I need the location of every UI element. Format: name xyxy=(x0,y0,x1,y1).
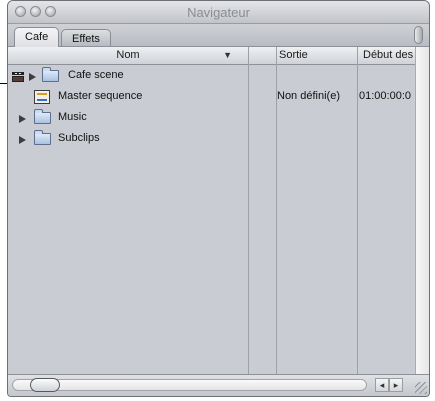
item-output: Non défini(e) xyxy=(277,90,340,102)
item-name: Cafe scene xyxy=(68,69,124,81)
disclosure-triangle-icon[interactable] xyxy=(19,115,26,123)
clapper-icon xyxy=(12,72,24,82)
sort-down-icon[interactable]: ▼ xyxy=(223,50,232,60)
title-bar[interactable]: Navigateur xyxy=(8,1,429,24)
scroll-thumb[interactable] xyxy=(30,378,60,392)
vertical-scrollbar[interactable] xyxy=(415,47,429,374)
scroll-right-button[interactable]: ▸ xyxy=(389,378,403,392)
tab-bar: Cafe Effets xyxy=(8,24,429,47)
column-header-name[interactable]: Nom xyxy=(8,49,248,61)
column-header-output[interactable]: Sortie xyxy=(279,49,308,61)
list-item[interactable]: Music xyxy=(8,109,415,129)
scroll-left-button[interactable]: ◂ xyxy=(375,378,389,392)
disclosure-triangle-icon[interactable] xyxy=(19,136,26,144)
folder-icon xyxy=(42,67,59,82)
window-title: Navigateur xyxy=(187,5,250,20)
list-item[interactable]: Subclips xyxy=(8,130,415,150)
disclosure-triangle-icon[interactable] xyxy=(29,73,36,81)
list-item[interactable]: Cafe scene xyxy=(8,67,415,87)
column-header: Nom ▼ Sortie Début des xyxy=(8,47,415,65)
folder-icon xyxy=(34,130,51,145)
column-header-start[interactable]: Début des xyxy=(363,49,413,61)
resize-grip-icon[interactable] xyxy=(415,382,427,394)
scroll-track[interactable] xyxy=(12,379,367,391)
browser-list: Cafe scene Master sequence Non défini(e)… xyxy=(8,65,415,374)
navigator-window: Navigateur Cafe Effets Nom ▼ Sortie Débu… xyxy=(7,0,430,397)
folder-icon xyxy=(34,109,51,124)
list-item[interactable]: Master sequence Non défini(e) 01:00:00:0 xyxy=(8,88,415,108)
sequence-icon xyxy=(34,90,50,104)
tab-cafe[interactable]: Cafe xyxy=(14,27,60,47)
item-start: 01:00:00:0 xyxy=(359,90,411,102)
item-name: Music xyxy=(58,111,87,123)
item-name: Subclips xyxy=(58,132,100,144)
tab-effets[interactable]: Effets xyxy=(61,29,111,46)
horizontal-scrollbar[interactable]: ◂ ▸ xyxy=(8,374,429,396)
column-toggle-button[interactable] xyxy=(414,26,423,44)
item-name: Master sequence xyxy=(58,90,143,102)
